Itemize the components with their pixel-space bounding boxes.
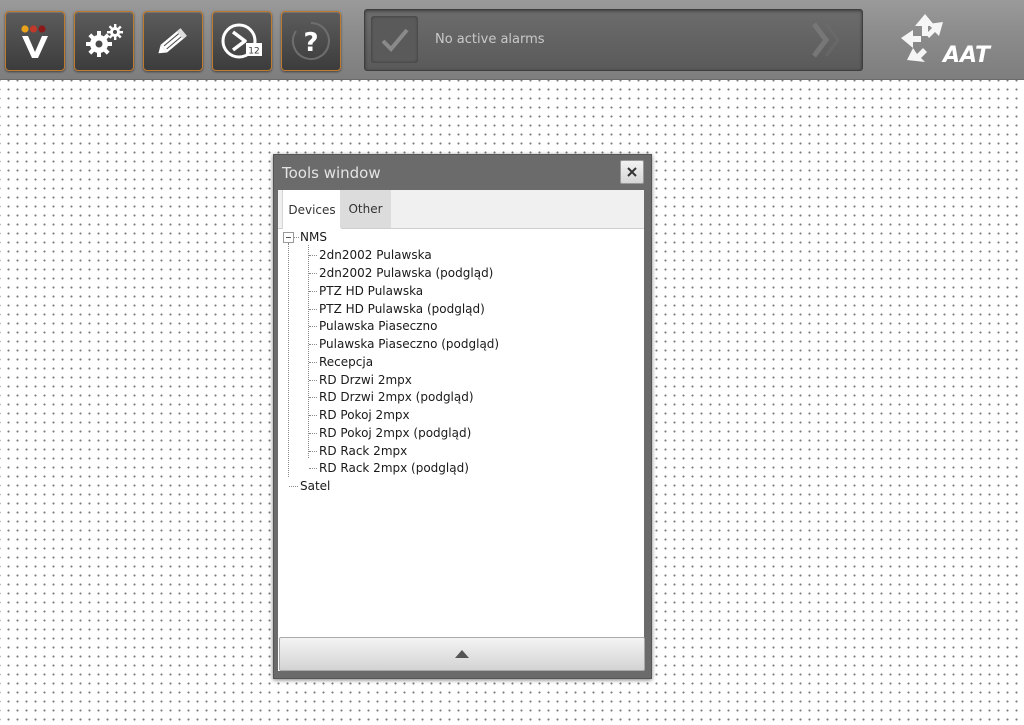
tree-node-device[interactable]: RD Rack 2mpx <box>319 443 407 459</box>
v-logo-icon <box>21 25 48 58</box>
help-button[interactable]: ? <box>281 11 341 71</box>
tree-node-device[interactable]: 2dn2002 Pulawska <box>319 247 432 263</box>
tree-node-root-sibling[interactable]: Satel <box>300 478 330 494</box>
tree-node-device[interactable]: Pulawska Piaseczno (podgląd) <box>319 336 499 352</box>
tools-window-title: Tools window <box>282 164 381 182</box>
checkmark-icon <box>371 16 418 63</box>
alarm-panel[interactable]: No active alarms <box>364 9 863 71</box>
collapse-icon[interactable] <box>283 232 294 243</box>
tree-node-root[interactable]: NMS <box>300 229 327 245</box>
tree-node-device[interactable]: RD Pokoj 2mpx <box>319 407 410 423</box>
device-tree: NMS 2dn2002 Pulawska 2dn2002 Pulawska (p… <box>278 229 644 638</box>
arrow-up-icon <box>455 650 469 658</box>
pencil-icon <box>158 28 187 54</box>
help-label: ? <box>303 28 318 58</box>
tab-devices[interactable]: Devices <box>282 190 342 229</box>
tree-node-device[interactable]: PTZ HD Pulawska <box>319 283 423 299</box>
chevron-right-icon[interactable] <box>810 22 844 62</box>
tree-node-device[interactable]: RD Pokoj 2mpx (podgląd) <box>319 425 471 441</box>
brand-logo-text: AAT <box>941 43 992 68</box>
clock-playback-icon: 12 <box>221 23 262 59</box>
tree-node-device[interactable]: 2dn2002 Pulawska (podgląd) <box>319 265 493 281</box>
tree-node-device[interactable]: Recepcja <box>319 354 373 370</box>
tree-node-device[interactable]: RD Drzwi 2mpx <box>319 372 412 388</box>
tree-node-device[interactable]: RD Drzwi 2mpx (podgląd) <box>319 389 474 405</box>
close-icon <box>627 167 637 177</box>
playback-badge: 12 <box>248 47 259 57</box>
tree-node-device[interactable]: Pulawska Piaseczno <box>319 318 437 334</box>
expand-panel-button[interactable] <box>279 637 645 671</box>
settings-button[interactable] <box>74 11 134 71</box>
help-question-icon: ? <box>291 22 330 60</box>
edit-button[interactable] <box>143 11 203 71</box>
tree-node-device[interactable]: PTZ HD Pulawska (podgląd) <box>319 301 485 317</box>
tree-node-device[interactable]: RD Rack 2mpx (podgląd) <box>319 460 469 476</box>
tools-window-body: Devices Other NMS 2dn2002 Pulawska 2dn20… <box>278 190 645 671</box>
tab-other[interactable]: Other <box>340 190 391 228</box>
playback-button[interactable]: 12 <box>212 11 272 71</box>
brand-logo: AAT <box>895 12 995 68</box>
vms-logo-button[interactable] <box>5 11 65 71</box>
tab-strip: Devices Other <box>278 190 644 229</box>
gears-icon <box>86 24 123 57</box>
tools-window: Tools window Devices Other NMS 2dn2002 P… <box>273 154 652 679</box>
alarm-status-text: No active alarms <box>435 32 545 47</box>
top-toolbar: 12 ? No active alarms AAT <box>0 0 1024 80</box>
close-button[interactable] <box>620 160 644 184</box>
